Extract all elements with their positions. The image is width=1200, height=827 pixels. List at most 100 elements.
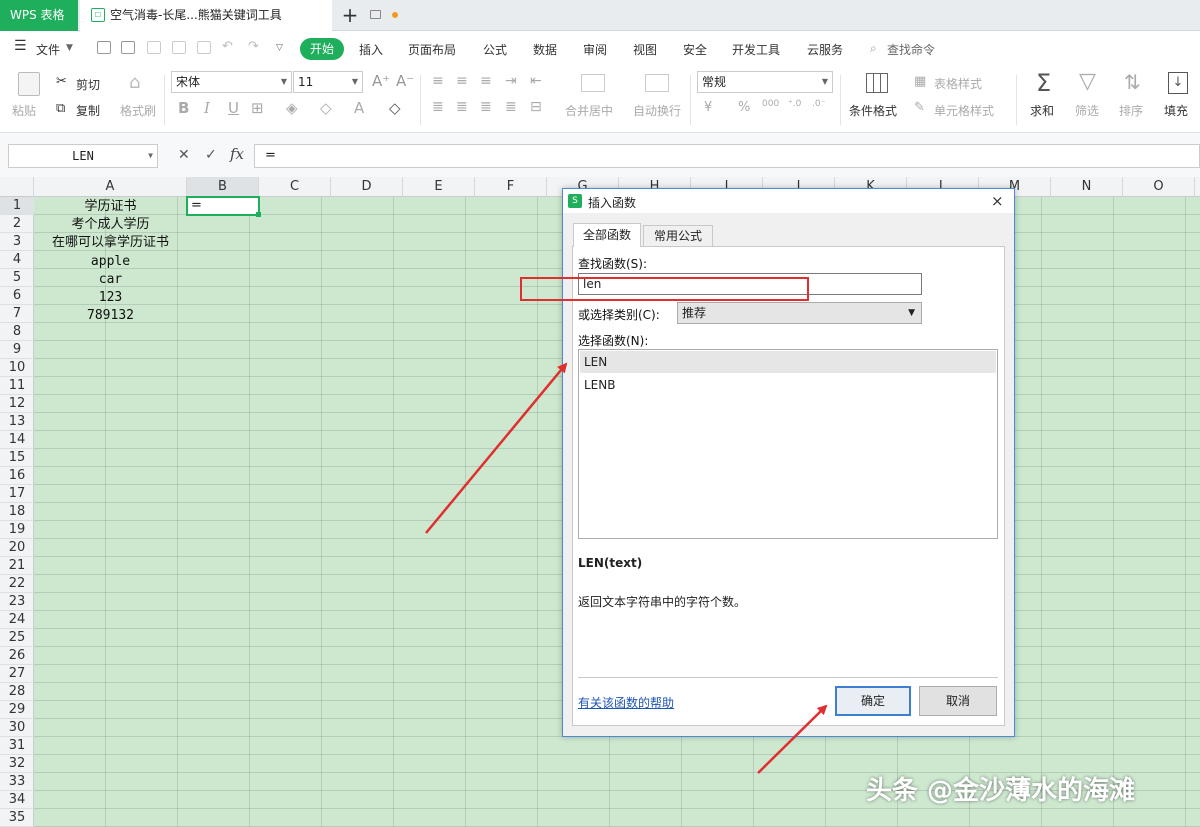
open-icon[interactable] <box>97 41 111 54</box>
row-header[interactable]: 21 <box>0 557 34 575</box>
function-item-lenb[interactable]: LENB <box>580 374 996 396</box>
cell-a2[interactable]: 考个成人学历 <box>34 216 187 234</box>
col-header-c[interactable]: C <box>259 177 331 197</box>
menu-developer[interactable]: 开发工具 <box>732 41 780 58</box>
redo-icon[interactable]: ↷ <box>248 39 259 54</box>
outdent-icon[interactable]: ⇤ <box>530 73 542 89</box>
row-header[interactable]: 17 <box>0 485 34 503</box>
font-size-select[interactable]: 11 ▼ <box>293 71 363 93</box>
new-tab-button[interactable]: + <box>340 4 360 26</box>
row-header[interactable]: 10 <box>0 359 34 377</box>
cell-a7[interactable]: 789132 <box>34 307 187 325</box>
col-header-f[interactable]: F <box>475 177 547 197</box>
formula-input[interactable]: = <box>254 144 1200 168</box>
thousands-button[interactable]: 000 <box>762 99 779 109</box>
menu-start[interactable]: 开始 <box>300 38 344 60</box>
font-name-select[interactable]: 宋体 ▼ <box>171 71 292 93</box>
close-icon[interactable]: × <box>991 192 1004 210</box>
search-icon[interactable]: ⌕ <box>870 41 877 56</box>
function-item-len[interactable]: LEN <box>580 351 996 373</box>
cell-style-icon[interactable]: ✎ <box>914 100 925 115</box>
font-shrink-icon[interactable]: A⁻ <box>396 72 414 90</box>
row-header[interactable]: 2 <box>0 215 34 233</box>
cell-a4[interactable]: apple <box>34 253 187 271</box>
menu-data[interactable]: 数据 <box>533 41 557 58</box>
menu-security[interactable]: 安全 <box>683 41 707 58</box>
align-bottom-icon[interactable]: ≡ <box>480 73 492 89</box>
currency-icon[interactable]: ¥ <box>704 100 712 115</box>
document-tab[interactable]: ☐ 空气消毒-长尾...熊猫关键词工具 <box>80 0 398 31</box>
sort-icon[interactable]: ⇅ <box>1124 70 1141 94</box>
wrap-text-button[interactable]: 自动换行 <box>633 102 681 119</box>
align-top-icon[interactable]: ≡ <box>432 73 444 89</box>
merge-center-button[interactable]: 合并居中 <box>565 102 613 119</box>
cell-a6[interactable]: 123 <box>34 289 187 307</box>
align-left-icon[interactable]: ≣ <box>432 99 444 115</box>
insert-function-icon[interactable]: fx <box>230 145 244 163</box>
category-select[interactable]: 推荐 ▼ <box>677 302 922 324</box>
preview-icon[interactable] <box>197 41 211 54</box>
row-header[interactable]: 24 <box>0 611 34 629</box>
function-help-link[interactable]: 有关该函数的帮助 <box>578 694 674 711</box>
ok-button[interactable]: 确定 <box>835 686 911 716</box>
filter-icon[interactable]: ▽ <box>1079 69 1096 94</box>
row-header[interactable]: 15 <box>0 449 34 467</box>
distribute-icon[interactable]: ⊟ <box>530 99 542 115</box>
table-style-icon[interactable]: ▦ <box>914 74 926 89</box>
row-header[interactable]: 29 <box>0 701 34 719</box>
shading-icon[interactable]: ◇ <box>320 99 332 117</box>
app-tab-wps[interactable]: WPS 表格 <box>0 0 78 31</box>
italic-button[interactable]: I <box>204 99 210 117</box>
font-grow-icon[interactable]: A⁺ <box>372 72 390 90</box>
number-format-select[interactable]: 常规 ▼ <box>697 71 833 93</box>
row-header[interactable]: 12 <box>0 395 34 413</box>
row-header[interactable]: 1 <box>0 197 34 215</box>
fill-icon[interactable]: ↓ <box>1168 72 1188 94</box>
row-header[interactable]: 26 <box>0 647 34 665</box>
row-header[interactable]: 14 <box>0 431 34 449</box>
col-header-a[interactable]: A <box>34 177 187 197</box>
menu-insert[interactable]: 插入 <box>359 41 383 58</box>
row-header[interactable]: 8 <box>0 323 34 341</box>
row-header[interactable]: 18 <box>0 503 34 521</box>
sort-button[interactable]: 排序 <box>1119 102 1143 119</box>
row-header[interactable]: 3 <box>0 233 34 251</box>
row-header[interactable]: 30 <box>0 719 34 737</box>
scissors-icon[interactable]: ✂ <box>56 74 67 89</box>
cut-button[interactable]: 剪切 <box>76 76 100 93</box>
paste-icon[interactable] <box>18 72 40 96</box>
col-header-b[interactable]: B <box>187 177 259 197</box>
undo-icon[interactable]: ↶ <box>222 39 233 54</box>
bold-button[interactable]: B <box>178 99 189 117</box>
print-icon[interactable] <box>172 41 186 54</box>
select-all-corner[interactable] <box>0 177 34 197</box>
col-header-n[interactable]: N <box>1051 177 1123 197</box>
sum-icon[interactable]: Σ <box>1036 69 1051 97</box>
menu-view[interactable]: 视图 <box>633 41 657 58</box>
monitor-icon[interactable] <box>370 10 381 19</box>
eraser-icon[interactable]: ◇ <box>389 99 401 117</box>
row-header[interactable]: 32 <box>0 755 34 773</box>
col-header-o[interactable]: O <box>1123 177 1195 197</box>
row-header[interactable]: 5 <box>0 269 34 287</box>
row-header[interactable]: 25 <box>0 629 34 647</box>
underline-button[interactable]: U <box>228 99 239 117</box>
fill-handle[interactable] <box>256 212 261 217</box>
decrease-decimal-icon[interactable]: .0⁻ <box>812 99 825 109</box>
row-header[interactable]: 33 <box>0 773 34 791</box>
border-icon[interactable]: ⊞ <box>251 99 264 117</box>
sum-button[interactable]: 求和 <box>1030 102 1054 119</box>
fill-button[interactable]: 填充 <box>1164 102 1188 119</box>
row-header[interactable]: 22 <box>0 575 34 593</box>
row-header[interactable]: 13 <box>0 413 34 431</box>
indent-icon[interactable]: ⇥ <box>505 73 517 89</box>
menu-file[interactable]: 文件 <box>36 41 60 58</box>
tab-all-functions[interactable]: 全部函数 <box>573 223 641 247</box>
quick-access-more-icon[interactable]: ▽ <box>276 43 283 53</box>
conditional-format-icon[interactable] <box>866 73 888 93</box>
fill-color-icon[interactable]: ◈ <box>286 99 298 117</box>
row-header[interactable]: 11 <box>0 377 34 395</box>
tab-common-formulas[interactable]: 常用公式 <box>643 225 713 247</box>
align-center-icon[interactable]: ≣ <box>456 99 468 115</box>
row-header[interactable]: 35 <box>0 809 34 827</box>
